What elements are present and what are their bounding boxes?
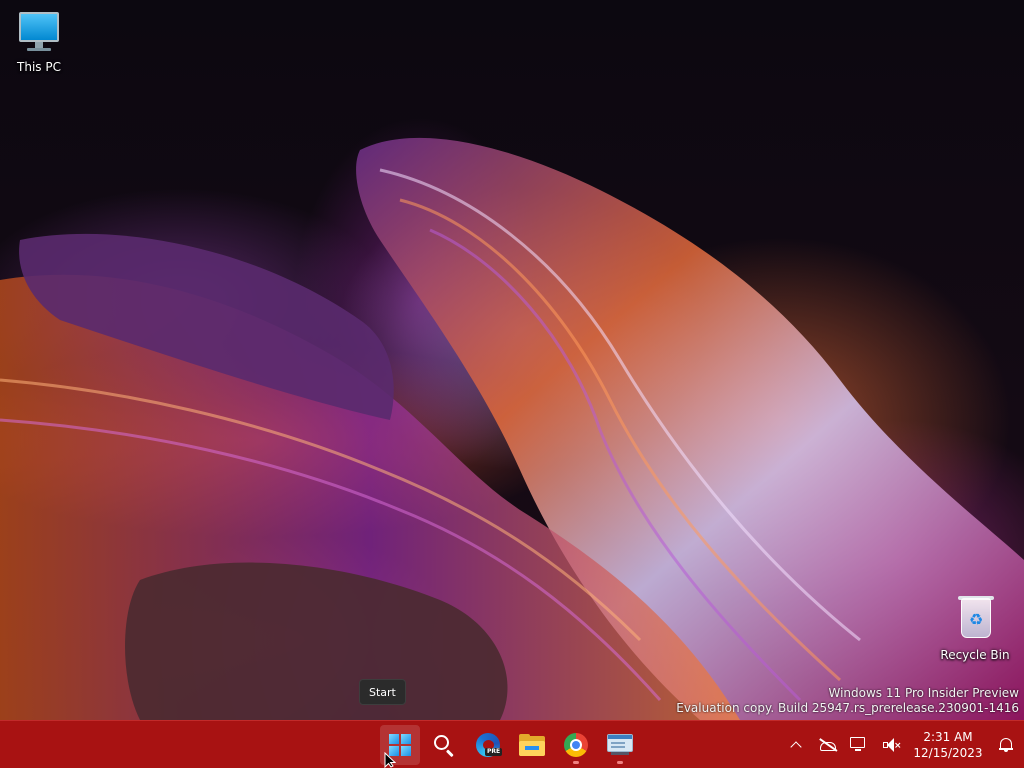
- clock-time: 2:31 AM: [923, 730, 973, 744]
- mouse-cursor: [384, 752, 396, 768]
- desktop-icon-label: This PC: [17, 60, 61, 74]
- onedrive-offline-icon: [819, 738, 838, 752]
- file-explorer-button[interactable]: [512, 725, 552, 765]
- start-tooltip: Start: [359, 679, 406, 705]
- search-icon: [433, 734, 455, 758]
- windows-watermark: Windows 11 Pro Insider Preview Evaluatio…: [676, 686, 1019, 716]
- network-disconnected-icon: [850, 737, 870, 753]
- edge-preview-button[interactable]: PRE: [468, 725, 508, 765]
- desktop-icon-label: Recycle Bin: [940, 648, 1010, 662]
- clock-button[interactable]: 2:31 AM 12/15/2023: [908, 729, 988, 761]
- show-hidden-icons-button[interactable]: [780, 725, 812, 765]
- chevron-up-icon: [790, 741, 802, 753]
- watermark-edition: Windows 11 Pro Insider Preview: [828, 686, 1019, 700]
- clock-date: 12/15/2023: [913, 746, 983, 760]
- bell-icon: [999, 737, 1013, 753]
- system-tray: × 2:31 AM 12/15/2023: [780, 721, 1024, 768]
- volume-tray-button[interactable]: ×: [876, 725, 908, 765]
- notifications-button[interactable]: [988, 725, 1024, 765]
- search-button[interactable]: [424, 725, 464, 765]
- taskbar-pinned-apps: PRE: [380, 725, 640, 765]
- chrome-icon: [564, 733, 588, 757]
- computer-icon: [15, 8, 63, 56]
- desktop-icon-recycle-bin[interactable]: ♻ Recycle Bin: [937, 596, 1013, 662]
- watermark-build: Evaluation copy. Build 25947.rs_prerelea…: [676, 701, 1019, 715]
- desktop-icon-this-pc[interactable]: This PC: [1, 8, 77, 74]
- folder-icon: [519, 734, 545, 756]
- running-indicator: [573, 761, 579, 764]
- running-indicator: [617, 761, 623, 764]
- desktop-wallpaper: [0, 0, 1024, 720]
- volume-muted-icon: ×: [883, 737, 902, 753]
- network-tray-button[interactable]: [844, 725, 876, 765]
- recycle-bin-icon: ♻: [951, 596, 999, 644]
- wallpaper-swirl-art: [0, 137, 1024, 720]
- chrome-button[interactable]: [556, 725, 596, 765]
- onedrive-tray-button[interactable]: [812, 725, 844, 765]
- edge-preview-badge: PRE: [485, 748, 503, 756]
- window-app-icon: [607, 734, 633, 756]
- edge-icon: PRE: [476, 733, 503, 757]
- taskbar: PRE × 2:31 AM 12/15/2023: [0, 720, 1024, 768]
- remote-desktop-button[interactable]: [600, 725, 640, 765]
